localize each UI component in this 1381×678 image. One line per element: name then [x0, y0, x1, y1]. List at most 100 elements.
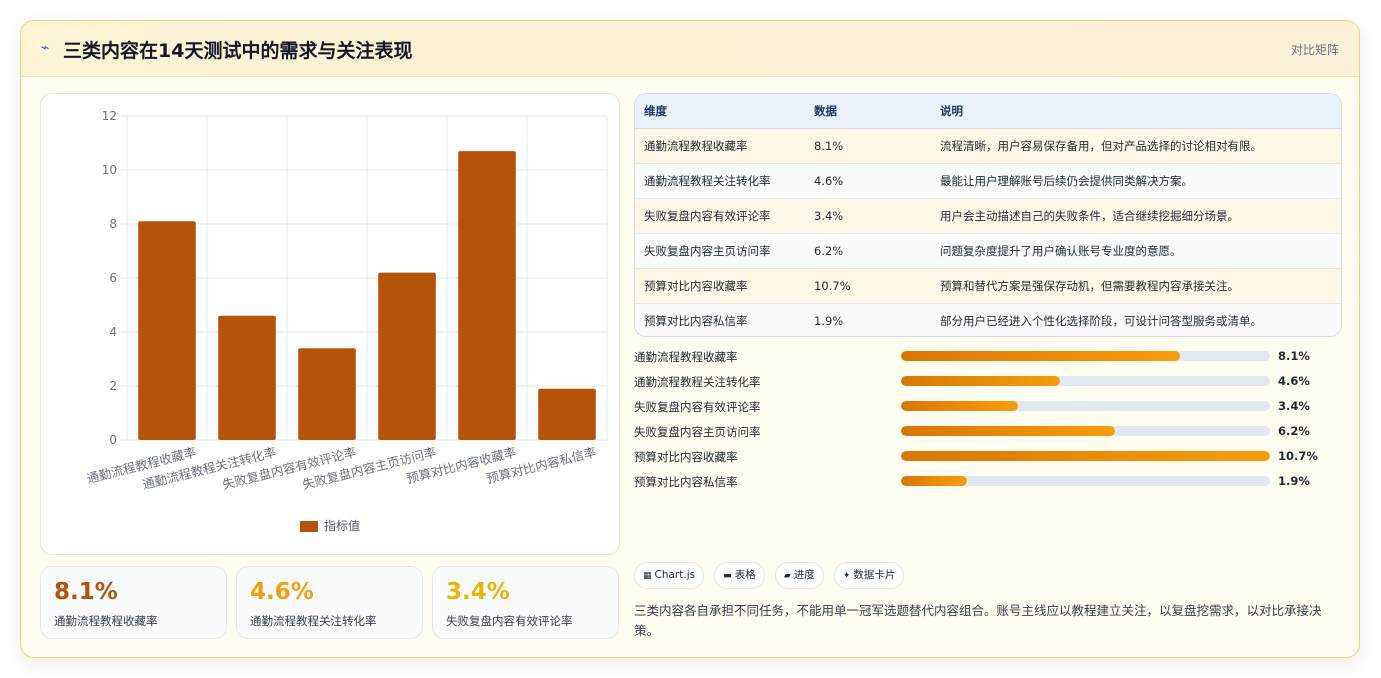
table-row: 通勤流程教程收藏率 8.1% 流程清晰，用户容易保存备用，但对产品选择的讨论相对… — [635, 128, 1341, 163]
chip-label: Chart.js — [654, 569, 696, 581]
progress-label: 失败复盘内容有效评论率 — [634, 400, 761, 414]
stat-value: 4.6% — [250, 579, 314, 605]
cell-dimension: 通勤流程教程收藏率 — [644, 138, 748, 153]
chart-icon: ▦ — [643, 571, 652, 581]
progress-label: 预算对比内容收藏率 — [634, 450, 738, 464]
cell-dimension: 失败复盘内容主页访问率 — [644, 243, 771, 258]
progress-fill — [901, 376, 1060, 386]
stat-label: 失败复盘内容有效评论率 — [446, 614, 573, 628]
column-header-data: 数据 — [805, 94, 931, 129]
progress-row: 预算对比内容收藏率 10.7% — [634, 447, 1342, 472]
chip-data-cards[interactable]: ✦ 数据卡片 — [833, 562, 905, 589]
header-tag: 对比矩阵 — [1290, 43, 1339, 57]
table-row: 预算对比内容私信率 1.9% 部分用户已经进入个性化选择阶段，可设计问答型服务或… — [635, 303, 1341, 336]
progress-track — [901, 376, 1270, 386]
bar — [378, 272, 436, 440]
progress-value: 10.7% — [1278, 449, 1318, 463]
metrics-table: 维度 数据 说明 通勤流程教程收藏率 8.1% 流程清晰，用户容易保存备用，但对… — [634, 93, 1342, 337]
progress-row: 失败复盘内容主页访问率 6.2% — [634, 422, 1342, 447]
stat-label: 通勤流程教程关注转化率 — [250, 614, 377, 628]
progress-value: 3.4% — [1278, 399, 1310, 413]
bar — [218, 315, 276, 440]
cell-description: 流程清晰，用户容易保存备用，但对产品选择的讨论相对有限。 — [940, 138, 1262, 153]
progress-label: 预算对比内容私信率 — [634, 475, 738, 489]
progress-fill — [901, 426, 1115, 436]
cell-data: 10.7% — [814, 278, 851, 293]
bar — [298, 348, 356, 440]
chip-chartjs[interactable]: ▦ Chart.js — [634, 562, 705, 589]
progress-row: 失败复盘内容有效评论率 3.4% — [634, 397, 1342, 422]
cell-data: 1.9% — [814, 313, 844, 328]
cell-data: 3.4% — [814, 208, 844, 223]
y-tick-label: 12 — [102, 109, 117, 123]
progress-track — [901, 401, 1270, 411]
sparkle-icon: ✦ — [842, 571, 851, 581]
progress-fill — [901, 451, 1270, 461]
chip-table[interactable]: ▬ 表格 — [714, 562, 765, 589]
column-header-dimension: 维度 — [635, 94, 805, 129]
progress-track — [901, 476, 1270, 486]
card-title: 三类内容在14天测试中的需求与关注表现 — [63, 40, 413, 62]
cell-description: 部分用户已经进入个性化选择阶段，可设计问答型服务或清单。 — [940, 313, 1262, 328]
progress-row: 预算对比内容私信率 1.9% — [634, 472, 1342, 497]
chip-progress[interactable]: ▰ 进度 — [774, 562, 824, 589]
cell-dimension: 预算对比内容私信率 — [644, 313, 748, 328]
bar — [538, 388, 596, 440]
cell-dimension: 预算对比内容收藏率 — [644, 278, 748, 293]
table-header-row: 维度 数据 说明 — [635, 94, 1341, 129]
feature-chips: ▦ Chart.js ▬ 表格 ▰ 进度 ✦ 数据卡片 — [634, 562, 909, 589]
cell-dimension: 失败复盘内容有效评论率 — [644, 208, 771, 223]
chip-label: 表格 — [734, 569, 756, 581]
progress-row: 通勤流程教程收藏率 8.1% — [634, 347, 1342, 372]
progress-fill — [901, 476, 967, 486]
y-tick-label: 2 — [109, 379, 117, 393]
progress-track — [901, 351, 1270, 361]
progress-fill — [901, 401, 1019, 411]
y-tick-label: 4 — [109, 325, 117, 339]
y-tick-label: 0 — [109, 433, 117, 447]
table-row: 通勤流程教程关注转化率 4.6% 最能让用户理解账号后续仍会提供同类解决方案。 — [635, 163, 1341, 198]
progress-list: 通勤流程教程收藏率 8.1% 通勤流程教程关注转化率 4.6% 失败复盘内容有效… — [634, 347, 1342, 497]
bar-chart: 024681012通勤流程教程收藏率通勤流程教程关注转化率失败复盘内容有效评论率… — [85, 109, 608, 533]
card-header: ⌁ 三类内容在14天测试中的需求与关注表现 对比矩阵 — [21, 21, 1359, 77]
cell-data: 6.2% — [814, 243, 844, 258]
progress-track — [901, 451, 1270, 461]
stat-value: 8.1% — [54, 579, 118, 605]
stat-card: 4.6% 通勤流程教程关注转化率 — [236, 566, 423, 639]
progress-value: 8.1% — [1278, 349, 1310, 363]
y-tick-label: 8 — [109, 217, 117, 231]
lightning-icon: ⌁ — [41, 40, 50, 56]
progress-icon: ▰ — [783, 571, 791, 581]
cell-description: 预算和替代方案是强保存动机，但需要教程内容承接关注。 — [940, 278, 1239, 293]
legend-swatch — [300, 521, 318, 532]
cell-description: 用户会主动描述自己的失败条件，适合继续挖掘细分场景。 — [940, 208, 1239, 223]
table-row: 预算对比内容收藏率 10.7% 预算和替代方案是强保存动机，但需要教程内容承接关… — [635, 268, 1341, 303]
stat-value: 3.4% — [446, 579, 510, 605]
stat-card: 3.4% 失败复盘内容有效评论率 — [432, 566, 619, 639]
summary-text: 三类内容各自承担不同任务，不能用单一冠军选题替代内容组合。账号主线应以教程建立关… — [634, 603, 1322, 638]
progress-value: 1.9% — [1278, 474, 1310, 488]
cell-data: 8.1% — [814, 138, 844, 153]
progress-label: 失败复盘内容主页访问率 — [634, 425, 761, 439]
bar — [458, 151, 516, 440]
table-icon: ▬ — [723, 571, 732, 581]
cell-description: 最能让用户理解账号后续仍会提供同类解决方案。 — [940, 173, 1193, 188]
progress-value: 4.6% — [1278, 374, 1310, 388]
progress-value: 6.2% — [1278, 424, 1310, 438]
chip-label: 数据卡片 — [853, 569, 896, 581]
y-tick-label: 10 — [102, 163, 117, 177]
progress-track — [901, 426, 1270, 436]
chip-label: 进度 — [793, 569, 815, 581]
table-row: 失败复盘内容有效评论率 3.4% 用户会主动描述自己的失败条件，适合继续挖掘细分… — [635, 198, 1341, 233]
progress-fill — [901, 351, 1181, 361]
cell-description: 问题复杂度提升了用户确认账号专业度的意愿。 — [940, 243, 1182, 258]
table-row: 失败复盘内容主页访问率 6.2% 问题复杂度提升了用户确认账号专业度的意愿。 — [635, 233, 1341, 268]
cell-data: 4.6% — [814, 173, 844, 188]
y-tick-label: 6 — [109, 271, 117, 285]
legend-label: 指标值 — [324, 518, 360, 533]
comparison-card: ⌁ 三类内容在14天测试中的需求与关注表现 对比矩阵 0 2 4 6 8 10 12 通勤流程… — [20, 20, 1360, 658]
column-header-description: 说明 — [931, 94, 1341, 129]
progress-row: 通勤流程教程关注转化率 4.6% — [634, 372, 1342, 397]
bar-chart-panel: 0 2 4 6 8 10 12 通勤流程教程收藏率 通勤流程教程关注转化率 失败复盘内容有效评论率… — [40, 93, 620, 555]
stat-card: 8.1% 通勤流程教程收藏率 — [40, 566, 227, 639]
